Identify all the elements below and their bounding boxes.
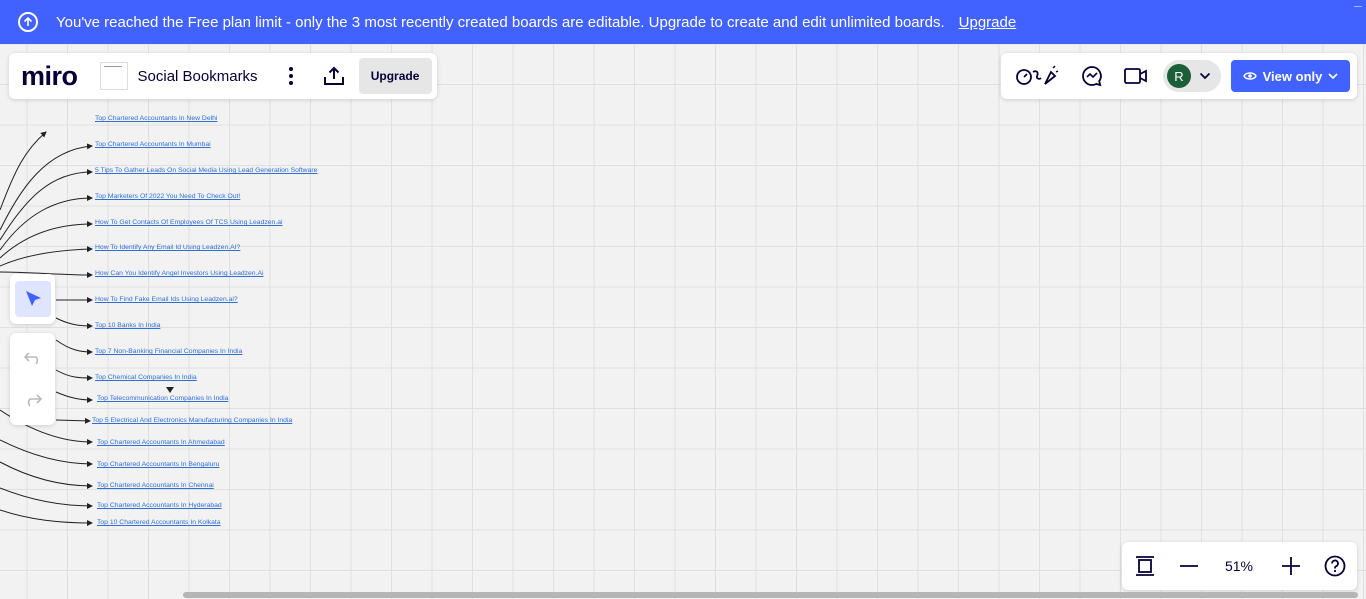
help-icon[interactable] bbox=[1320, 551, 1350, 581]
zoom-controls: 51% bbox=[1122, 542, 1357, 590]
bookmark-link[interactable]: Top 10 Banks In India bbox=[95, 322, 160, 330]
bookmark-link[interactable]: Top 7 Non-Banking Financial Companies In… bbox=[95, 348, 242, 356]
bookmark-link[interactable]: How To Find Fake Email Ids Using Leadzen… bbox=[95, 296, 238, 304]
horizontal-scrollbar[interactable] bbox=[183, 592, 1358, 598]
zoom-out-icon[interactable] bbox=[1174, 551, 1204, 581]
collaboration-panel: R View only bbox=[1001, 53, 1357, 99]
reactions-icon[interactable] bbox=[1015, 63, 1059, 89]
tools-toolbar bbox=[10, 274, 55, 324]
collaborators-menu[interactable]: R bbox=[1163, 60, 1221, 92]
bookmark-link[interactable]: Top Chemical Companies In India bbox=[95, 374, 197, 382]
bookmark-link[interactable]: Top Chartered Accountants In Bengaluru bbox=[97, 461, 219, 469]
chevron-down-icon bbox=[1328, 72, 1338, 80]
bookmark-link[interactable]: Top Chartered Accountants In Chennai bbox=[97, 482, 214, 490]
fit-to-screen-icon[interactable] bbox=[1130, 551, 1160, 581]
bookmark-link[interactable]: Top Chartered Accountants In Ahmedabad bbox=[97, 439, 225, 447]
redo-icon[interactable] bbox=[20, 387, 46, 413]
bookmark-link[interactable]: Top Chartered Accountants In Hyderabad bbox=[97, 502, 222, 510]
avatar: R bbox=[1167, 64, 1191, 88]
undo-redo-toolbar bbox=[10, 333, 55, 425]
bookmark-link[interactable]: How Can You Identify Angel Investors Usi… bbox=[95, 270, 264, 278]
banner-upgrade-link[interactable]: Upgrade bbox=[959, 14, 1017, 31]
chevron-down-icon bbox=[1199, 72, 1211, 80]
select-tool-button[interactable] bbox=[14, 281, 51, 317]
bookmark-link[interactable]: Top 5 Electrical And Electronics Manufac… bbox=[92, 417, 292, 425]
bookmark-link[interactable]: Top Marketers Of 2022 You Need To Check … bbox=[95, 193, 240, 201]
zoom-in-icon[interactable] bbox=[1276, 551, 1306, 581]
video-call-icon[interactable] bbox=[1123, 63, 1149, 89]
bookmark-link[interactable]: Top Telecommunication Companies In India bbox=[97, 395, 228, 403]
bookmark-link[interactable]: Top Chartered Accountants In New Delhi bbox=[95, 115, 217, 123]
eye-icon bbox=[1242, 71, 1257, 81]
view-only-label: View only bbox=[1262, 68, 1323, 84]
cursor-arrow-icon bbox=[23, 289, 43, 309]
banner-dismiss-mark[interactable] bbox=[1354, 6, 1362, 7]
bookmark-link[interactable]: How To Get Contacts Of Employees Of TCS … bbox=[95, 219, 283, 227]
chat-icon[interactable] bbox=[1079, 63, 1105, 89]
bookmark-link[interactable]: Top Chartered Accountants In Mumbai bbox=[95, 141, 211, 149]
view-only-button[interactable]: View only bbox=[1231, 60, 1350, 92]
zoom-level[interactable]: 51% bbox=[1214, 558, 1264, 574]
bookmark-link[interactable]: How To Identify Any Email Id Using Leadz… bbox=[95, 244, 240, 252]
bookmark-link[interactable]: 5 Tips To Gather Leads On Social Media U… bbox=[95, 167, 317, 175]
undo-icon[interactable] bbox=[20, 345, 46, 371]
bookmark-link[interactable]: Top 10 Chartered Accountants In Kolkata bbox=[97, 519, 221, 527]
